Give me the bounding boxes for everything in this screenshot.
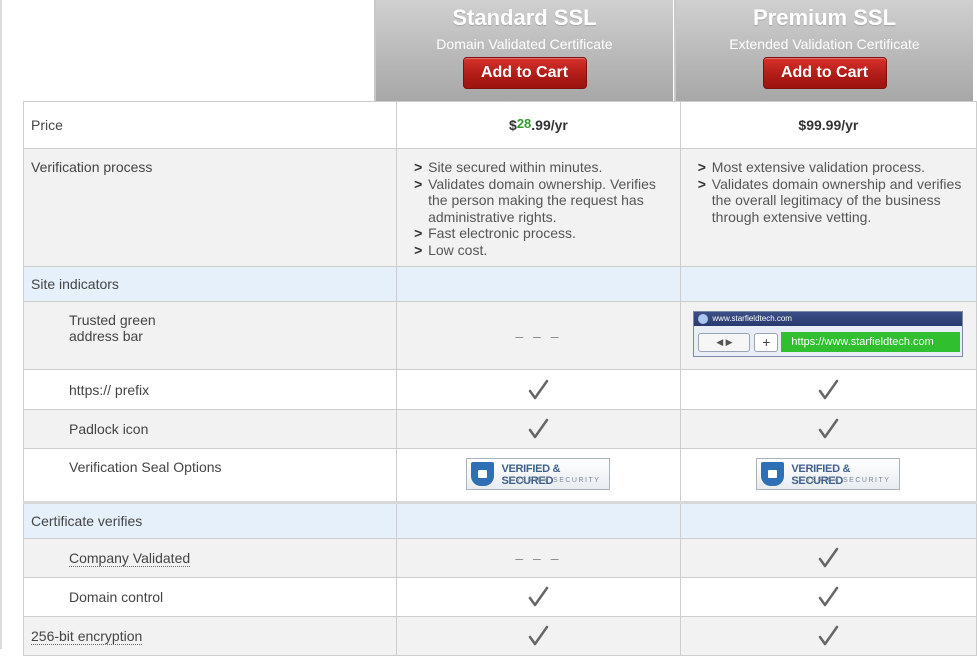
shield-lock-icon	[761, 462, 785, 486]
bullet-icon: >	[414, 159, 423, 175]
site-indicators-section: Site indicators	[22, 266, 977, 302]
premium-plan-name: Premium SSL	[752, 5, 897, 30]
cert-verifies-section: Certificate verifies	[22, 501, 977, 539]
premium-ssl-header: Premium SSL Extended Validation Certific…	[674, 0, 973, 101]
price-dollars: 28	[516, 116, 532, 131]
list-item: > Validates domain ownership and verifies…	[697, 175, 962, 225]
standard-price: $28.99/yr	[396, 101, 681, 149]
bullet-icon: >	[697, 159, 706, 175]
list-item: > Fast electronic process.	[414, 225, 576, 241]
checkmark-icon	[529, 379, 549, 399]
list-item: > Low cost.	[414, 241, 488, 258]
company-row: Company Validated – – –	[22, 538, 977, 578]
green-bar-label: Trusted green address bar	[69, 312, 156, 344]
verified-secured-seal[interactable]: VERIFIED & SECURED VERIFY SECURITY	[756, 458, 901, 490]
plus-icon: +	[754, 333, 779, 352]
bullet-icon: >	[414, 225, 423, 241]
cert-verifies-label: Certificate verifies	[22, 501, 398, 539]
standard-green-bar-dash: – – –	[396, 301, 681, 370]
bullet-icon: >	[697, 175, 706, 192]
checkmark-icon	[529, 586, 549, 607]
verification-label: Verification process	[22, 148, 398, 267]
standard-plan-name: Standard SSL	[452, 5, 597, 30]
price-label: Price	[22, 101, 398, 149]
site-indicators-label: Site indicators	[22, 266, 398, 302]
price-cents: .99/yr	[531, 117, 568, 133]
company-validated-link[interactable]: Company Validated	[69, 550, 191, 567]
checkmark-icon	[529, 625, 549, 646]
standard-verification: > Site secured within minutes. > Validates…	[396, 148, 681, 267]
seal-label: Verification Seal Options	[22, 448, 398, 503]
standard-points-list: > Site secured within minutes. > Validates…	[414, 159, 674, 258]
checkmark-icon	[529, 418, 549, 439]
premium-points-list: > Most extensive validation process. > Val…	[698, 159, 970, 225]
green-url-bar: https://www.starfieldtech.com	[781, 332, 961, 352]
encryption-link[interactable]: 256-bit encryption	[31, 628, 143, 645]
comparison-table: Price $28.99/yr $99.99/yr Verification p…	[22, 101, 977, 656]
checkmark-icon	[819, 418, 839, 439]
checkmark-icon	[819, 625, 839, 646]
price-row: Price $28.99/yr $99.99/yr	[22, 101, 977, 149]
padlock-row: Padlock icon	[22, 409, 977, 449]
standard-company-dash: – – –	[396, 538, 681, 578]
checkmark-icon	[819, 547, 839, 568]
domain-label: Domain control	[22, 577, 398, 617]
bullet-icon: >	[414, 175, 423, 192]
browser-icon	[698, 314, 709, 324]
list-item: > Site secured within minutes.	[414, 159, 603, 175]
standard-plan-subtitle: Domain Validated Certificate	[436, 36, 613, 52]
premium-price: $99.99/yr	[679, 101, 977, 149]
standard-ssl-header: Standard SSL Domain Validated Certificat…	[374, 0, 673, 101]
left-border	[0, 0, 2, 649]
verified-secured-seal[interactable]: VERIFIED & SECURED VERIFY SECURITY	[466, 458, 611, 490]
premium-green-bar: www.starfieldtech.com ◀ ▶ + https://www.…	[679, 301, 977, 370]
shield-lock-icon	[471, 462, 495, 486]
seal-row: Verification Seal Options VERIFIED & SEC…	[22, 448, 977, 503]
browser-address-bar-image: www.starfieldtech.com ◀ ▶ + https://www.…	[693, 311, 964, 357]
domain-row: Domain control	[22, 577, 977, 617]
checkmark-icon	[819, 379, 839, 399]
green-bar-row: Trusted green address bar – – – www.star…	[22, 301, 977, 370]
bullet-icon: >	[414, 241, 423, 258]
premium-verification: > Most extensive validation process. > Val…	[679, 148, 977, 267]
back-forward-icon: ◀ ▶	[698, 333, 751, 352]
premium-plan-subtitle: Extended Validation Certificate	[729, 36, 920, 52]
standard-add-to-cart-button[interactable]: Add to Cart	[462, 57, 587, 89]
browser-titlebar: www.starfieldtech.com	[694, 312, 963, 326]
list-item: > Validates domain ownership. Verifies th…	[414, 175, 656, 225]
https-row: https:// prefix	[22, 369, 977, 410]
list-item: > Most extensive validation process.	[697, 159, 925, 175]
premium-add-to-cart-button[interactable]: Add to Cart	[762, 57, 887, 89]
verification-row: Verification process > Site secured withi…	[22, 148, 977, 267]
https-label: https:// prefix	[22, 369, 398, 410]
padlock-label: Padlock icon	[22, 409, 398, 449]
currency-symbol: $	[509, 117, 517, 133]
checkmark-icon	[819, 586, 839, 607]
encryption-row: 256-bit encryption	[22, 616, 977, 656]
